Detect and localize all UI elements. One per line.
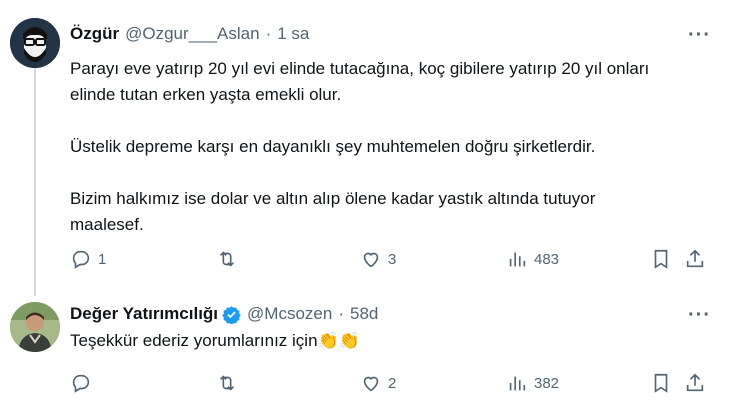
reply-button[interactable]	[70, 372, 92, 394]
tweet-line: elinde tutan erken yaşta emekli olur.	[70, 85, 342, 104]
separator: ·	[265, 24, 272, 43]
tweet-line: Parayı eve yatırıp 20 yıl evi elinde tut…	[70, 59, 650, 78]
like-button[interactable]: 3	[360, 248, 396, 270]
avatar-photo	[10, 302, 60, 352]
view-count: 483	[534, 250, 560, 268]
share-icon	[686, 373, 704, 392]
timestamp[interactable]: 58d	[350, 304, 378, 324]
reply-icon	[72, 374, 90, 393]
reply-button[interactable]: 1	[70, 248, 106, 270]
views-icon	[509, 376, 526, 391]
views-icon	[509, 252, 526, 267]
retweet-button[interactable]	[216, 248, 238, 270]
tweet-text: Teşekkür ederiz yorumlarınız için👏👏	[70, 328, 360, 354]
avatar[interactable]	[10, 18, 60, 68]
retweet-button[interactable]	[216, 372, 238, 394]
reply-icon	[72, 250, 90, 269]
separator: ·	[338, 304, 344, 323]
author-handle[interactable]: @Mcsozen	[247, 304, 332, 324]
share-button[interactable]	[684, 248, 706, 270]
like-button[interactable]: 2	[360, 372, 396, 394]
tweet-line: maalesef.	[70, 215, 144, 234]
tweet-actions: 2 382	[70, 372, 710, 396]
verified-badge-icon	[222, 305, 241, 324]
retweet-icon	[219, 375, 235, 391]
thread-line	[34, 68, 36, 296]
views-button[interactable]: 382	[506, 372, 559, 394]
like-count: 2	[388, 374, 397, 392]
tweet-line: Bizim halkımız ise dolar ve altın alıp ö…	[70, 189, 596, 208]
tweet-header: Özgür @Ozgur___Aslan · 1 sa	[70, 24, 309, 44]
bookmark-button[interactable]	[650, 248, 672, 270]
author-handle[interactable]: @Ozgur___Aslan	[125, 24, 259, 44]
tweet-line: Üstelik depreme karşı en dayanıklı şey m…	[70, 137, 596, 156]
author-name[interactable]: Değer Yatırımcılığı	[70, 304, 218, 324]
clapping-hands-emoji: 👏👏	[317, 331, 360, 350]
avatar-illustration	[10, 18, 60, 68]
views-button[interactable]: 483	[506, 248, 559, 270]
avatar[interactable]	[10, 302, 60, 352]
timestamp[interactable]: 1 sa	[277, 24, 309, 44]
bookmark-button[interactable]	[650, 372, 672, 394]
heart-icon	[363, 252, 379, 268]
view-count: 382	[534, 374, 560, 392]
author-name[interactable]: Özgür	[70, 24, 119, 44]
retweet-icon	[219, 251, 235, 267]
more-icon[interactable]: ···	[688, 24, 711, 47]
share-button[interactable]	[684, 372, 706, 394]
bookmark-icon	[654, 373, 668, 393]
like-count: 3	[388, 250, 397, 268]
bookmark-icon	[654, 249, 668, 269]
more-icon[interactable]: ···	[688, 304, 711, 327]
tweet-header: Değer Yatırımcılığı @Mcsozen · 58d	[70, 304, 378, 324]
heart-icon	[363, 376, 379, 392]
share-icon	[686, 249, 704, 268]
tweet-actions: 1 3 483	[70, 248, 710, 272]
tweet-text: Parayı eve yatırıp 20 yıl evi elinde tut…	[70, 56, 649, 238]
reply-count: 1	[98, 250, 107, 268]
reply-text: Teşekkür ederiz yorumlarınız için	[70, 331, 318, 350]
